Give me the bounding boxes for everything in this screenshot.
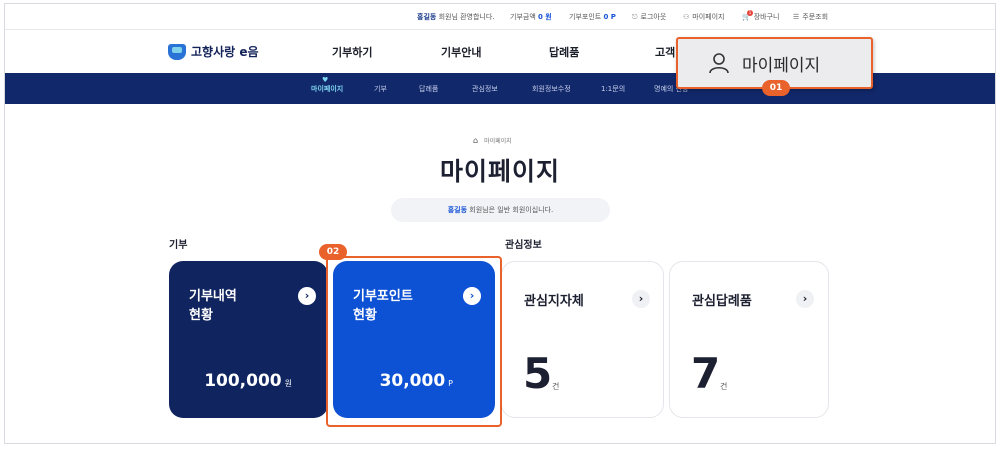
welcome-text: 회원님 환영합니다.: [438, 13, 495, 21]
section-interest-label: 관심정보: [505, 240, 542, 251]
home-icon[interactable]: ⌂: [473, 136, 478, 145]
subnav-donation[interactable]: 기부: [374, 84, 387, 94]
user-name: 홍길동: [417, 13, 437, 21]
logout-link[interactable]: ⎋ 로그아웃: [632, 12, 666, 22]
badge-01: 01: [762, 80, 790, 96]
breadcrumb-current: 마이페이지: [484, 138, 512, 145]
interest-region-unit: 건: [552, 382, 560, 391]
donation-history-title-line1: 기부내역: [189, 289, 237, 304]
order-lookup-label: 주문조회: [802, 13, 829, 21]
gnb-donate[interactable]: 기부하기: [332, 44, 372, 60]
gnb-gifts[interactable]: 답례품: [549, 44, 579, 60]
cart-label: 장바구니: [753, 13, 780, 21]
page-title: 마이페이지: [439, 157, 560, 186]
active-heart-icon: ♥: [322, 76, 329, 84]
donation-history-amount: 100,000: [204, 371, 282, 391]
donation-history-card[interactable]: 기부내역 현황 › 100,000 원: [169, 261, 328, 418]
gnb-guide[interactable]: 기부안내: [441, 44, 481, 60]
subnav-gifts[interactable]: 답례품: [419, 84, 438, 94]
donation-point-label: 기부포인트: [569, 13, 602, 21]
highlight-box-02: [326, 256, 502, 427]
callout-label: 마이페이지: [742, 55, 821, 76]
utility-bar: 홍길동 회원님 환영합니다. 기부금액 0 원 기부포인트 0 P ⎋ 로그아웃 …: [5, 4, 995, 30]
chevron-right-icon[interactable]: ›: [632, 290, 650, 308]
welcome-message: 홍길동 회원님 환영합니다.: [417, 12, 495, 22]
interest-gift-card[interactable]: 관심답례품 › 7 건: [669, 261, 829, 418]
person-icon: ⚇: [683, 13, 690, 21]
mypage-link[interactable]: ⚇ 마이페이지: [683, 12, 724, 22]
donation-point: 기부포인트 0 P: [569, 12, 616, 22]
mypage-label: 마이페이지: [692, 13, 725, 21]
chevron-right-icon[interactable]: ›: [298, 287, 316, 305]
badge-02: 02: [319, 244, 347, 260]
chevron-right-icon[interactable]: ›: [796, 290, 814, 308]
interest-gift-count: 7: [691, 349, 721, 398]
donation-history-value: 100,000 원: [204, 371, 292, 391]
subnav-mypage[interactable]: 마이페이지: [311, 84, 343, 94]
interest-region-card[interactable]: 관심지자체 › 5 건: [501, 261, 664, 418]
donation-point-value: 0 P: [603, 13, 616, 21]
subnav-interest[interactable]: 관심정보: [472, 84, 498, 94]
order-lookup-link[interactable]: ☰ 주문조회: [793, 12, 828, 22]
logout-icon: ⎋: [632, 13, 638, 21]
donation-amount-value: 0 원: [538, 13, 552, 21]
interest-gift-unit: 건: [720, 382, 728, 391]
member-grade-name: 홍길동: [447, 206, 468, 214]
person-icon: [709, 53, 729, 74]
donation-amount: 기부금액 0 원: [510, 12, 552, 22]
breadcrumb: ⌂ 마이페이지: [473, 136, 512, 145]
logout-label: 로그아웃: [640, 13, 667, 21]
cart-count-badge: 1: [747, 10, 753, 16]
donation-history-title-line2: 현황: [189, 308, 213, 323]
subnav-inquiry[interactable]: 1:1문의: [601, 84, 625, 94]
page-frame: 홍길동 회원님 환영합니다. 기부금액 0 원 기부포인트 0 P ⎋ 로그아웃 …: [4, 3, 996, 444]
member-grade-text: 회원님은 일반 회원이십니다.: [469, 206, 554, 214]
site-logo[interactable]: 고향사랑 e음: [168, 43, 259, 60]
logo-text: 고향사랑 e음: [191, 45, 259, 59]
logo-mark-icon: [168, 43, 186, 60]
interest-region-count: 5: [523, 349, 553, 398]
donation-amount-label: 기부금액: [510, 13, 536, 21]
interest-region-title: 관심지자체: [524, 294, 584, 309]
member-grade-pill: 홍길동 회원님은 일반 회원이십니다.: [391, 198, 610, 222]
receipt-icon: ☰: [793, 13, 800, 21]
section-donation-label: 기부: [169, 240, 188, 251]
subnav-member-edit[interactable]: 회원정보수정: [532, 84, 571, 94]
donation-history-unit: 원: [284, 379, 292, 388]
interest-gift-title: 관심답례품: [692, 294, 752, 309]
donation-history-title: 기부내역 현황: [189, 287, 237, 325]
gnb-customer[interactable]: 고객: [655, 44, 675, 60]
